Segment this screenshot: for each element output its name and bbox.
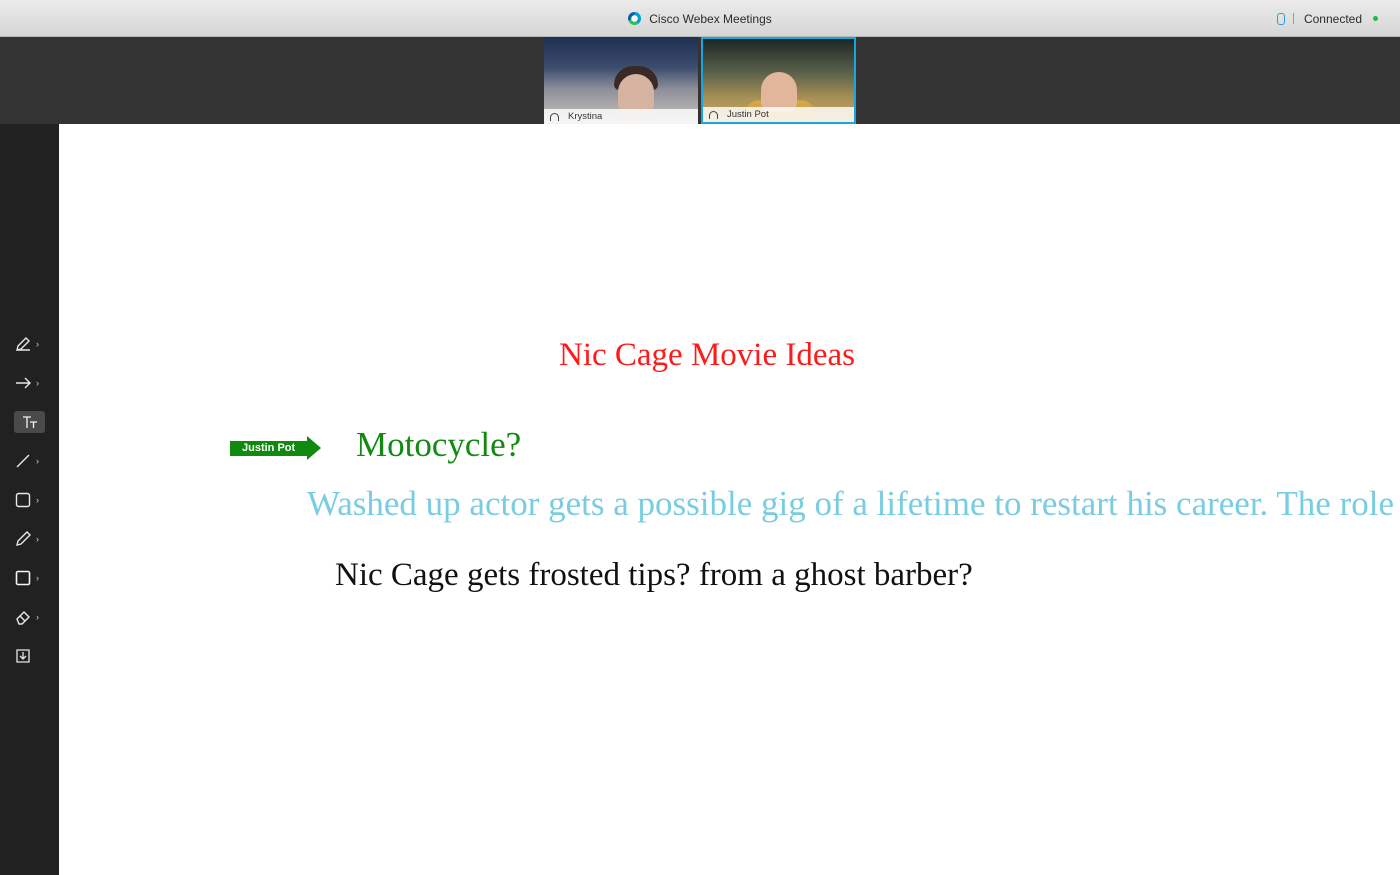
headset-icon bbox=[550, 112, 559, 121]
pencil-tool[interactable]: › bbox=[14, 528, 46, 550]
chevron-right-icon: › bbox=[36, 378, 39, 388]
save-download-icon bbox=[16, 649, 30, 663]
participant-video-strip: Krystina Justin Pot bbox=[0, 37, 1400, 124]
app-title: Cisco Webex Meetings bbox=[649, 11, 772, 26]
chevron-right-icon: › bbox=[36, 456, 39, 466]
line-tool-icon bbox=[16, 454, 30, 468]
remote-cursor-tag: Justin Pot bbox=[230, 436, 322, 460]
whiteboard-text-line[interactable]: Nic Cage gets frosted tips? from a ghost… bbox=[335, 557, 973, 594]
text-tool-icon bbox=[22, 416, 37, 428]
annotate-pen-tool[interactable]: › bbox=[14, 333, 46, 355]
participant-video-krystina bbox=[618, 74, 654, 114]
microphone-icon[interactable] bbox=[1276, 12, 1285, 25]
participant-name: Krystina bbox=[568, 111, 603, 122]
save-annotations-button[interactable] bbox=[14, 645, 46, 667]
webex-logo-icon bbox=[628, 12, 642, 25]
status-divider bbox=[1292, 13, 1294, 24]
connection-status: Connected bbox=[1276, 0, 1378, 37]
pencil-tool-icon bbox=[16, 531, 31, 546]
connection-status-text: Connected bbox=[1303, 11, 1362, 26]
text-tool[interactable] bbox=[14, 411, 45, 433]
window-titlebar: Cisco Webex Meetings Connected bbox=[0, 0, 1400, 37]
app-title-wrap: Cisco Webex Meetings bbox=[0, 0, 1400, 37]
remote-cursor-arrow-icon bbox=[307, 436, 322, 460]
eraser-tool[interactable]: › bbox=[14, 606, 46, 628]
whiteboard-title: Nic Cage Movie Ideas bbox=[559, 337, 855, 373]
participant-label: Krystina bbox=[544, 109, 698, 124]
chevron-right-icon: › bbox=[36, 612, 39, 622]
remote-cursor-label: Justin Pot bbox=[230, 440, 308, 456]
chevron-right-icon: › bbox=[36, 534, 39, 544]
eraser-icon bbox=[16, 611, 30, 625]
chevron-right-icon: › bbox=[36, 339, 39, 349]
whiteboard-text-line[interactable]: Washed up actor gets a possible gig of a… bbox=[307, 484, 1394, 524]
participant-tile-krystina[interactable]: Krystina bbox=[544, 37, 698, 124]
participant-tile-justin-pot[interactable]: Justin Pot bbox=[701, 37, 856, 124]
color-square-icon bbox=[15, 570, 31, 586]
rectangle-tool-icon bbox=[15, 492, 31, 508]
pointer-arrow-icon bbox=[16, 377, 31, 389]
chevron-right-icon: › bbox=[36, 495, 39, 505]
participant-video-justin-pot bbox=[761, 72, 797, 112]
whiteboard-canvas[interactable]: Nic Cage Movie Ideas Justin Pot Motocycl… bbox=[59, 124, 1400, 875]
connected-dot-icon bbox=[1373, 16, 1378, 21]
annotation-toolbar: › › › › › › › bbox=[0, 124, 59, 875]
chevron-right-icon: › bbox=[36, 573, 39, 583]
headset-icon bbox=[709, 110, 718, 119]
annotate-pen-icon bbox=[16, 337, 30, 351]
participant-name: Justin Pot bbox=[727, 109, 769, 120]
line-tool[interactable]: › bbox=[14, 450, 46, 472]
color-picker-tool[interactable]: › bbox=[14, 567, 46, 589]
rectangle-tool[interactable]: › bbox=[14, 489, 46, 511]
whiteboard-text-line[interactable]: Motocycle? bbox=[356, 425, 521, 465]
pointer-tool[interactable]: › bbox=[14, 372, 46, 394]
participant-label: Justin Pot bbox=[703, 107, 854, 122]
